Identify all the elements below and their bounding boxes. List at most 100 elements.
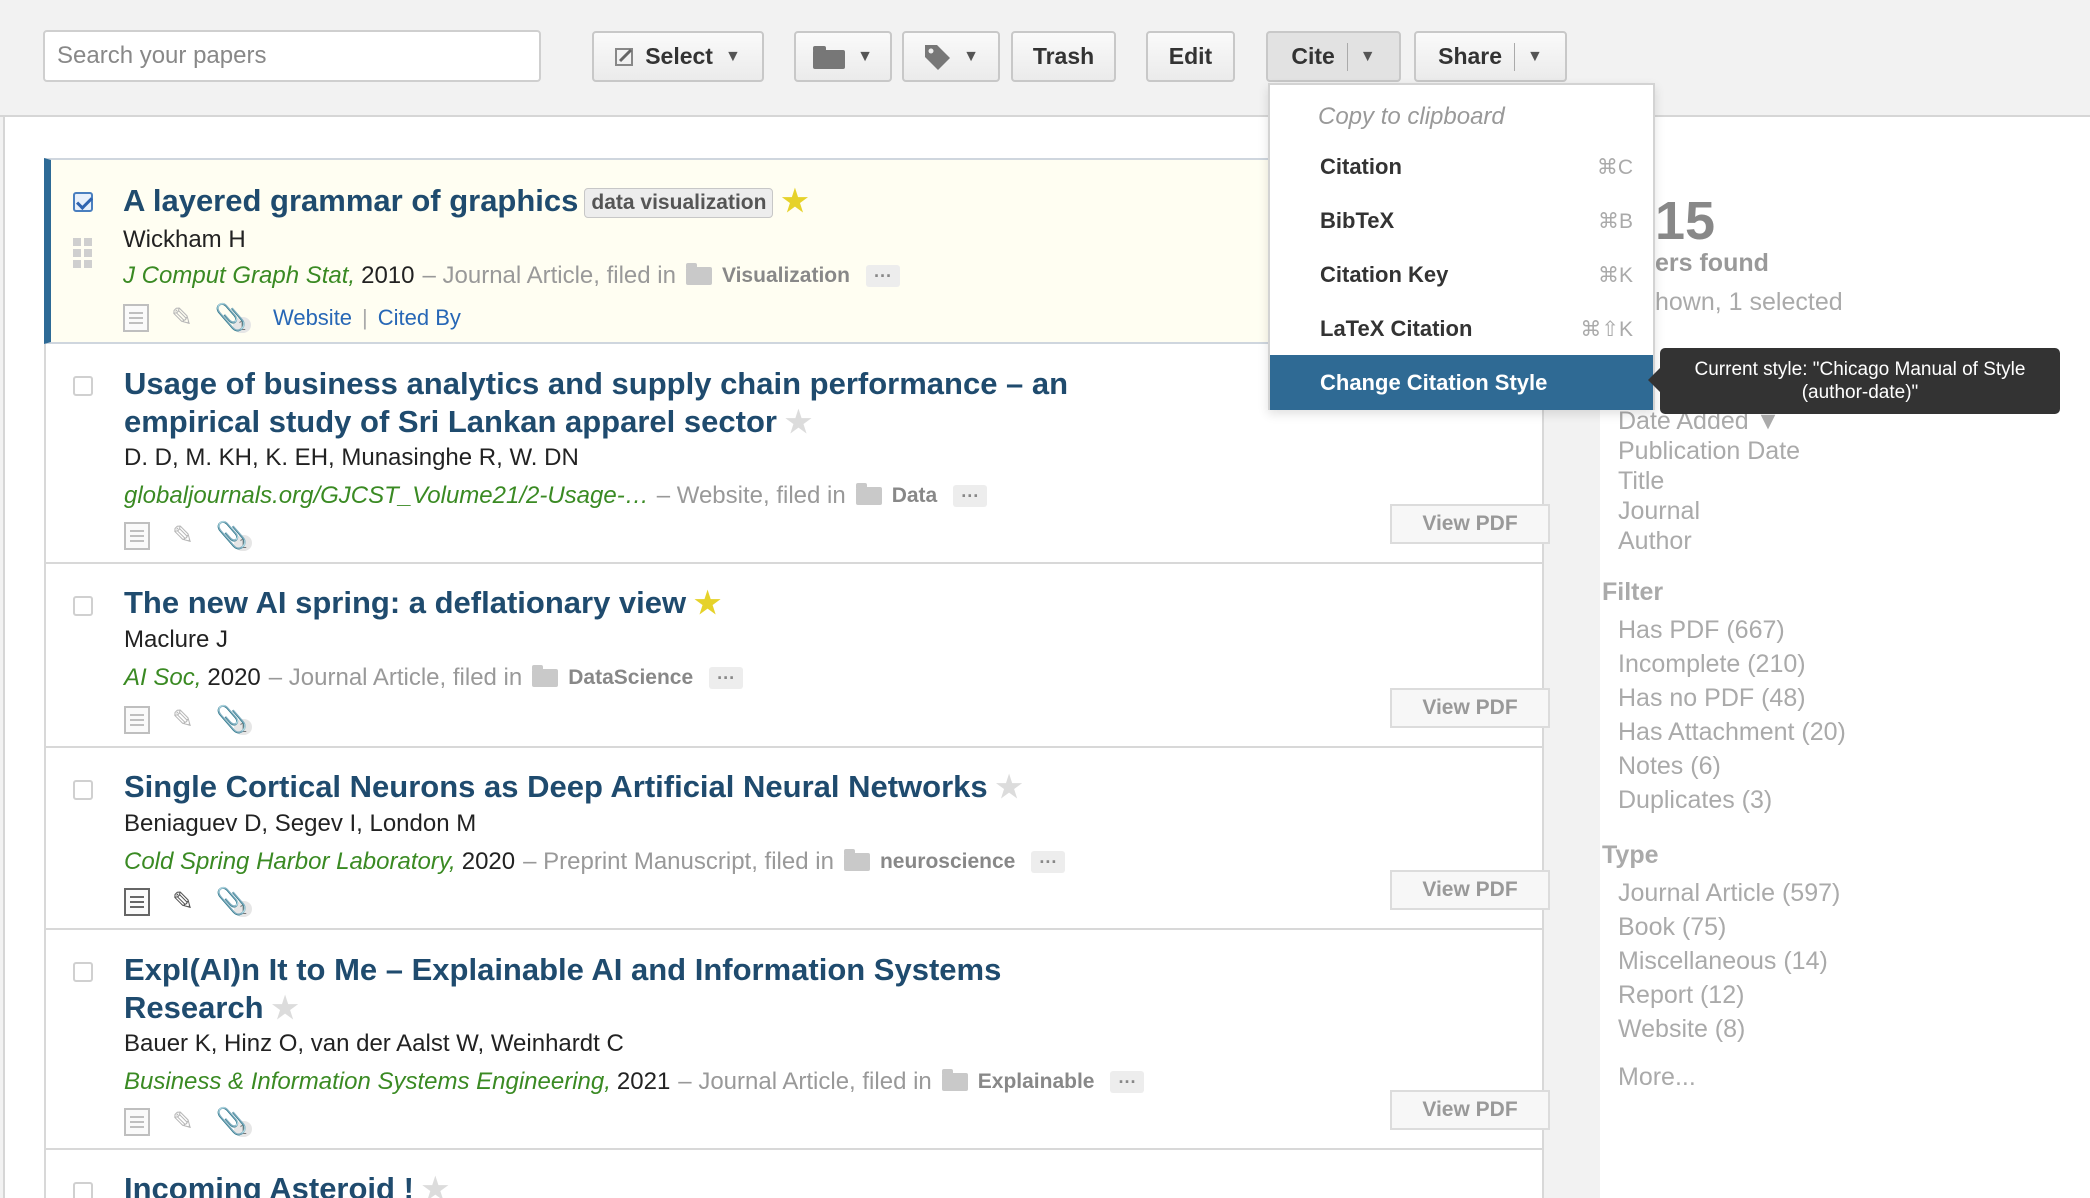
paper-tag[interactable]: data visualization	[584, 187, 774, 218]
sort-title[interactable]: Title	[1618, 466, 1800, 496]
tag-menu-button[interactable]: ▼	[902, 31, 1000, 82]
filter-item[interactable]: Has Attachment (20)	[1618, 715, 1846, 749]
paper-title[interactable]: Usage of business analytics and supply c…	[124, 365, 1068, 442]
star-icon[interactable]: ★	[694, 587, 721, 620]
pencil-icon[interactable]: ✎	[172, 520, 194, 551]
star-icon[interactable]: ★	[781, 185, 808, 218]
star-icon[interactable]: ★	[785, 406, 812, 439]
attachment-group[interactable]: 📎1	[216, 704, 252, 735]
attachment-group[interactable]: 📎1	[216, 520, 252, 551]
paper-title-line[interactable]: Expl(AI)n It to Me – Explainable AI and …	[124, 951, 1001, 989]
paper-title-text[interactable]: Incoming Asteroid !	[124, 1171, 414, 1198]
paper-title[interactable]: Incoming Asteroid ! ★	[124, 1170, 449, 1198]
paper-actions: ✎ 📎1	[124, 704, 252, 735]
attachment-group[interactable]: 📎1	[216, 886, 252, 917]
type-item[interactable]: Book (75)	[1618, 910, 1840, 944]
pencil-icon[interactable]: ✎	[172, 704, 194, 735]
row-checkbox[interactable]	[73, 596, 93, 616]
paper-actions: ✎ 📎1	[124, 886, 252, 917]
select-button[interactable]: Select ▼	[592, 31, 764, 82]
type-item[interactable]: Journal Article (597)	[1618, 876, 1840, 910]
drag-handle-icon[interactable]	[73, 238, 93, 268]
folder-menu-button[interactable]: ▼	[794, 31, 892, 82]
filter-item[interactable]: Has PDF (667)	[1618, 613, 1846, 647]
paper-meta: globaljournals.org/GJCST_Volume21/2-Usag…	[124, 482, 988, 510]
caret-down-icon[interactable]: ▼	[1360, 48, 1376, 66]
more-types-link[interactable]: More...	[1618, 1060, 1696, 1094]
sort-publication-date[interactable]: Publication Date	[1618, 436, 1800, 466]
paper-title[interactable]: Expl(AI)n It to Me – Explainable AI and …	[124, 951, 1001, 1028]
type-item[interactable]: Website (8)	[1618, 1012, 1840, 1046]
view-pdf-button[interactable]: View PDF	[1390, 688, 1550, 728]
view-pdf-button[interactable]: View PDF	[1390, 1090, 1550, 1130]
row-checkbox[interactable]	[73, 192, 93, 212]
star-icon[interactable]: ★	[996, 771, 1023, 804]
paper-title-text[interactable]: The new AI spring: a deflationary view	[124, 585, 686, 620]
pencil-icon[interactable]: ✎	[172, 886, 194, 917]
website-link[interactable]: Website	[273, 305, 352, 331]
notes-icon[interactable]	[124, 705, 150, 734]
menu-item-citation[interactable]: Citation ⌘C	[1270, 140, 1653, 194]
notes-icon[interactable]	[123, 303, 149, 332]
paper-title[interactable]: A layered grammar of graphics data visual…	[123, 182, 808, 221]
paper-title[interactable]: Single Cortical Neurons as Deep Artifici…	[124, 768, 1023, 807]
star-icon[interactable]: ★	[422, 1173, 449, 1198]
paper-row[interactable]: Expl(AI)n It to Me – Explainable AI and …	[44, 930, 1550, 1150]
filter-item[interactable]: Has no PDF (48)	[1618, 681, 1846, 715]
row-checkbox[interactable]	[73, 376, 93, 396]
share-button[interactable]: Share ▼	[1414, 31, 1567, 82]
sort-author[interactable]: Author	[1618, 526, 1800, 556]
cite-button[interactable]: Cite ▼	[1266, 31, 1401, 82]
more-folders-button[interactable]: ···	[953, 485, 988, 507]
menu-item-citation-key[interactable]: Citation Key ⌘K	[1270, 248, 1653, 302]
menu-item-change-citation-style[interactable]: Change Citation Style	[1270, 355, 1653, 410]
paper-title-line[interactable]: Research	[124, 990, 264, 1025]
type-item[interactable]: Miscellaneous (14)	[1618, 944, 1840, 978]
paper-row[interactable]: Single Cortical Neurons as Deep Artifici…	[44, 748, 1550, 930]
search-input[interactable]	[43, 30, 541, 82]
pencil-icon[interactable]: ✎	[171, 302, 193, 333]
more-folders-button[interactable]: ···	[865, 265, 900, 287]
divider	[1346, 42, 1348, 71]
paper-folder[interactable]: DataScience	[568, 666, 693, 690]
notes-icon[interactable]	[124, 521, 150, 550]
row-checkbox[interactable]	[73, 780, 93, 800]
pencil-icon[interactable]: ✎	[172, 1106, 194, 1137]
view-pdf-button[interactable]: View PDF	[1390, 870, 1550, 910]
paper-row[interactable]: The new AI spring: a deflationary view ★ …	[44, 564, 1550, 748]
attachment-group[interactable]: 📎1	[215, 302, 251, 333]
notes-icon[interactable]	[124, 1107, 150, 1136]
sort-journal[interactable]: Journal	[1618, 496, 1800, 526]
cited-by-link[interactable]: Cited By	[378, 305, 461, 331]
paper-title-line[interactable]: empirical study of Sri Lankan apparel se…	[124, 404, 777, 439]
filter-item[interactable]: Duplicates (3)	[1618, 783, 1846, 817]
more-folders-button[interactable]: ···	[1031, 851, 1066, 873]
paper-title-line[interactable]: Usage of business analytics and supply c…	[124, 365, 1068, 403]
paper-row[interactable]: Incoming Asteroid ! ★	[44, 1150, 1544, 1198]
paper-title[interactable]: The new AI spring: a deflationary view ★	[124, 584, 721, 623]
paper-folder[interactable]: Explainable	[978, 1070, 1095, 1094]
row-checkbox[interactable]	[73, 1182, 93, 1198]
paper-title-text[interactable]: Single Cortical Neurons as Deep Artifici…	[124, 769, 988, 804]
filter-item[interactable]: Notes (6)	[1618, 749, 1846, 783]
shortcut-label: ⌘⇧K	[1580, 317, 1633, 341]
notes-icon[interactable]	[124, 887, 150, 916]
filter-item[interactable]: Incomplete (210)	[1618, 647, 1846, 681]
paper-journal: Business & Information Systems Engineeri…	[124, 1068, 611, 1095]
more-folders-button[interactable]: ···	[709, 667, 744, 689]
trash-button[interactable]: Trash	[1011, 31, 1116, 82]
paper-title-text[interactable]: A layered grammar of graphics	[123, 183, 578, 218]
attachment-group[interactable]: 📎1	[216, 1106, 252, 1137]
paper-folder[interactable]: neuroscience	[880, 850, 1015, 874]
paper-folder[interactable]: Visualization	[722, 264, 850, 288]
star-icon[interactable]: ★	[272, 992, 299, 1025]
more-folders-button[interactable]: ···	[1110, 1071, 1145, 1093]
paper-folder[interactable]: Data	[892, 484, 938, 508]
view-pdf-button[interactable]: View PDF	[1390, 504, 1550, 544]
edit-button[interactable]: Edit	[1146, 31, 1235, 82]
caret-down-icon[interactable]: ▼	[1527, 48, 1543, 66]
type-item[interactable]: Report (12)	[1618, 978, 1840, 1012]
row-checkbox[interactable]	[73, 962, 93, 982]
menu-item-bibtex[interactable]: BibTeX ⌘B	[1270, 194, 1653, 248]
menu-item-latex-citation[interactable]: LaTeX Citation ⌘⇧K	[1270, 302, 1653, 356]
